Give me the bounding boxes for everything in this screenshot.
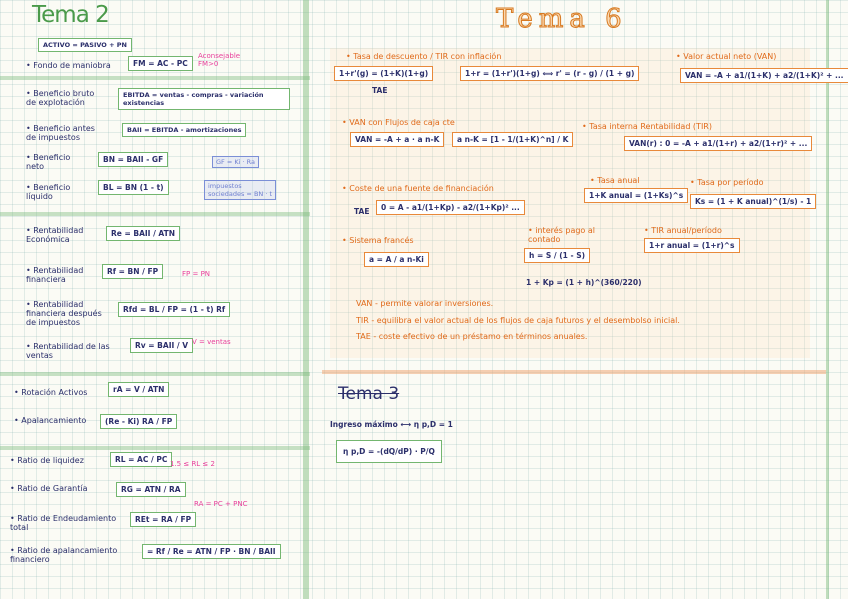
sistema-formula: a = A / a n-Ki	[364, 252, 429, 267]
fondo-note: Aconsejable FM>0	[198, 52, 241, 68]
def-tae: TAE - coste efectivo de un préstamo en t…	[356, 332, 588, 341]
rf-formula: Rf = BN / FP	[102, 264, 164, 279]
van-cte-label: • VAN con Flujos de caja cte	[342, 118, 455, 127]
rot-formula: rA = V / ATN	[108, 382, 170, 397]
coste-tae: TAE	[354, 207, 370, 216]
gar-label: • Ratio de Garantía	[10, 484, 88, 493]
divider-left-1	[0, 76, 310, 80]
tae-label: TAE	[372, 86, 388, 95]
tir-inflacion-formula-1: 1+r'(g) = (1+K)(1+g)	[334, 66, 434, 81]
activo-formula: ACTIVO = PASIVO + PN	[38, 38, 132, 52]
interes-label: • interés pago al contado	[528, 226, 595, 244]
van-cte-formula-2: a n-K = [1 - 1/(1+K)^n] / K	[452, 132, 574, 147]
tir-inflacion-formula-2: 1+r = (1+r')(1+g) ⟺ r' = (r - g) / (1 + …	[460, 66, 640, 81]
coste-formula: 0 = A - a1/(1+Kp) - a2/(1+Kp)² ...	[376, 200, 525, 215]
def-tir: TIR - equilibra el valor actual de los f…	[356, 316, 680, 325]
divider-left-3	[0, 372, 310, 376]
bruto-formula: EBITDA = ventas - compras - variación ex…	[118, 88, 290, 110]
tema6-title: Tema 6	[496, 4, 628, 35]
rfd-formula: Rfd = BL / FP = (1 - t) Rf	[118, 302, 231, 317]
ingreso-maximo: Ingreso máximo ⟷ η p,D = 1	[330, 420, 453, 429]
tir-label: • Tasa interna Rentabilidad (TIR)	[582, 122, 712, 131]
tir-anual-formula: 1+r anual = (1+r)^s	[644, 238, 740, 253]
tasa-periodo-formula: Ks = (1 + K anual)^(1/s) - 1	[690, 194, 817, 209]
liquido-label: • Beneficio líquido	[26, 183, 71, 201]
apr-formula: = Rf / Re = ATN / FP · BN / BAII	[142, 544, 281, 559]
bruto-label: • Beneficio bruto de explotación	[26, 89, 95, 107]
rf-label: • Rentabilidad financiera	[26, 266, 84, 284]
divider-vertical-right	[826, 0, 829, 599]
fondo-formula: FM = AC - PC	[128, 56, 193, 71]
rot-label: • Rotación Activos	[14, 388, 88, 397]
van-formula: VAN = -A + a1/(1+K) + a2/(1+K)² + ...	[680, 68, 848, 83]
interes-formula-2: 1 + Kp = (1 + h)^(360/220)	[526, 278, 642, 287]
apr-label: • Ratio de apalancamiento financiero	[10, 546, 118, 564]
liq-formula: RL = AC / PC	[110, 452, 173, 467]
gf-box: GF = Ki · Ra	[212, 156, 259, 168]
tema2-title: Tema 2	[32, 2, 110, 28]
tema3-title: Tema 3	[338, 384, 400, 404]
end-formula: REt = RA / FP	[130, 512, 197, 527]
coste-label: • Coste de una fuente de financiación	[342, 184, 494, 193]
van-cte-formula-1: VAN = -A + a · a n-K	[350, 132, 445, 147]
neto-label: • Beneficio neto	[26, 153, 71, 171]
liq-label: • Ratio de liquidez	[10, 456, 84, 465]
rf-note: FP = PN	[182, 270, 211, 278]
neto-formula: BN = BAII - GF	[98, 152, 169, 167]
gar-note: RA = PC + PNC	[194, 500, 248, 508]
liq-note: 1.5 ≤ RL ≤ 2	[170, 460, 215, 468]
re-formula: Re = BAII / ATN	[106, 226, 181, 241]
divider-left-4	[0, 446, 310, 450]
tasa-periodo-label: • Tasa por período	[690, 178, 764, 187]
antes-formula: BAII = EBITDA - amortizaciones	[122, 123, 247, 137]
gar-formula: RG = ATN / RA	[116, 482, 186, 497]
tasa-anual-formula: 1+K anual = (1+Ks)^s	[584, 188, 689, 203]
liquido-formula: BL = BN (1 - t)	[98, 180, 169, 195]
van-label: • Valor actual neto (VAN)	[676, 52, 777, 61]
rv-note: V = ventas	[192, 338, 231, 346]
interes-formula: h = S / (1 - S)	[524, 248, 591, 263]
end-label: • Ratio de Endeudamiento total	[10, 514, 117, 532]
impuestos-box: impuestos sociedades = BN · t	[204, 180, 277, 200]
def-van: VAN - permite valorar inversiones.	[356, 299, 494, 308]
tir-inflacion-label: • Tasa de descuento / TIR con inflación	[346, 52, 502, 61]
tir-formula: VAN(r) : 0 = -A + a1/(1+r) + a2/(1+r)² +…	[624, 136, 813, 151]
tema6-divider	[322, 370, 826, 374]
rfd-label: • Rentabilidad financiera después de imp…	[26, 300, 102, 327]
fondo-label: • Fondo de maniobra	[26, 61, 111, 70]
antes-label: • Beneficio antes de impuestos	[26, 124, 95, 142]
rv-formula: Rv = BAII / V	[130, 338, 194, 353]
rv-label: • Rentabilidad de las ventas	[26, 342, 110, 360]
sistema-label: • Sistema francés	[342, 236, 414, 245]
divider-vertical-left	[303, 0, 309, 599]
divider-left-2	[0, 212, 310, 216]
elasticidad-formula: η p,D = -(dQ/dP) · P/Q	[336, 440, 442, 463]
re-label: • Rentabilidad Económica	[26, 226, 84, 244]
apal-label: • Apalancamiento	[14, 416, 87, 425]
tasa-anual-label: • Tasa anual	[590, 176, 640, 185]
apal-formula: (Re - Ki) RA / FP	[100, 414, 178, 429]
tir-anual-label: • TIR anual/período	[644, 226, 722, 235]
